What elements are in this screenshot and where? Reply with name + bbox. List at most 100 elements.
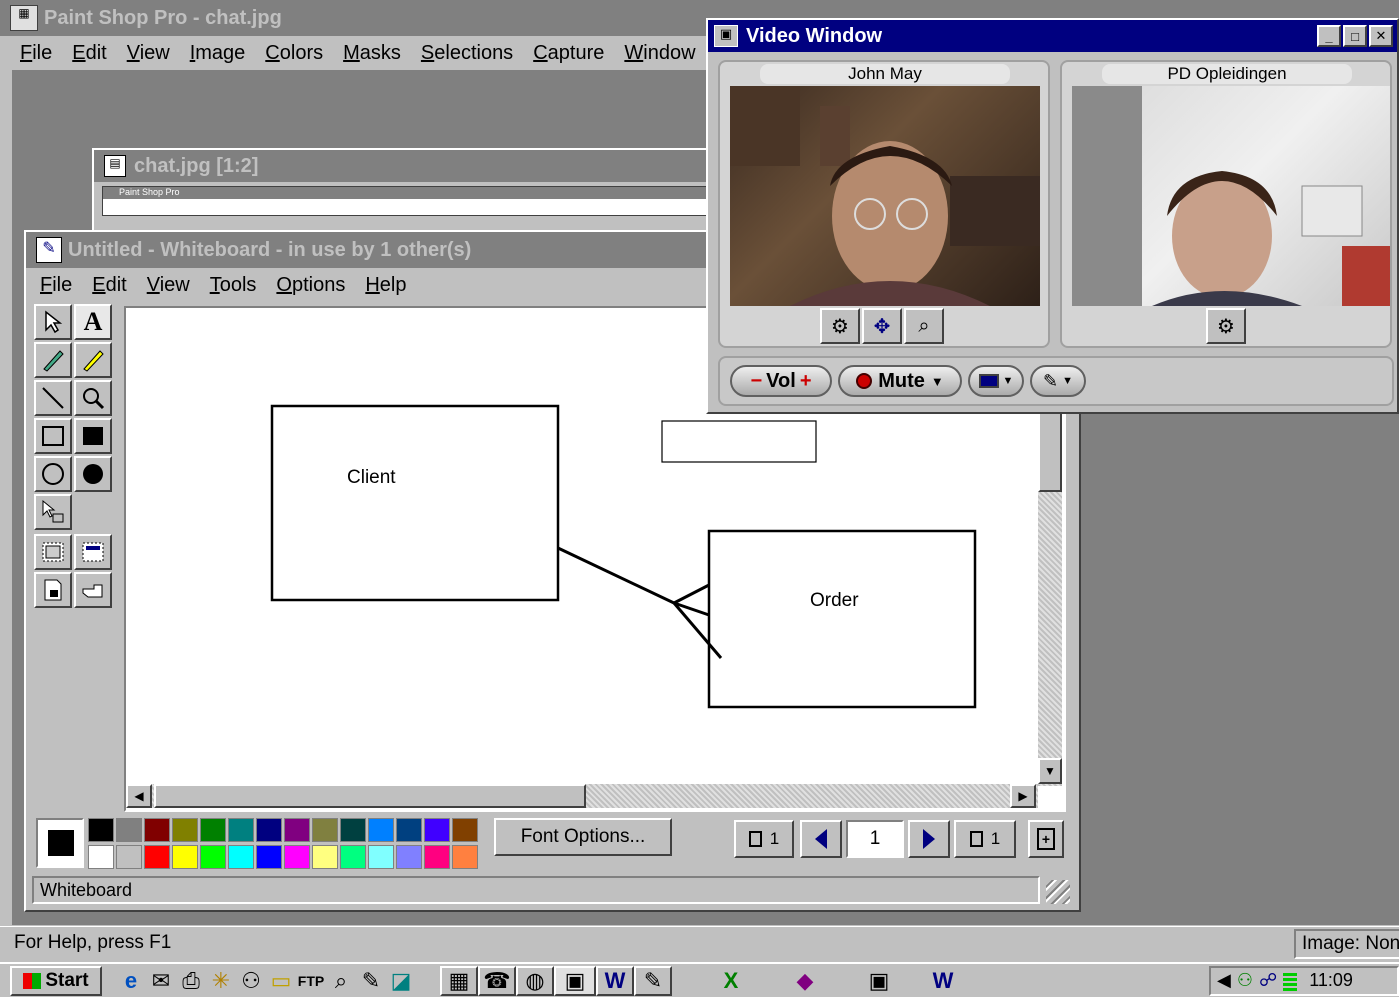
color-swatch[interactable] <box>200 845 226 869</box>
color-swatch[interactable] <box>284 818 310 842</box>
task-paint-shop-pro[interactable]: ▦ <box>440 965 478 996</box>
display-options-button[interactable]: ▼ <box>968 365 1024 397</box>
word-icon[interactable]: W <box>928 966 958 996</box>
screen-icon[interactable]: ▣ <box>864 966 894 996</box>
color-swatch[interactable] <box>228 845 254 869</box>
video-settings-button[interactable]: ⚙ <box>820 308 860 344</box>
filled-ellipse-tool[interactable] <box>74 456 112 492</box>
minimize-button[interactable]: _ <box>1317 25 1341 47</box>
color-swatch[interactable] <box>396 818 422 842</box>
page-number-field[interactable]: 1 <box>846 820 904 858</box>
highlighter-tool[interactable] <box>74 342 112 378</box>
printer-icon[interactable]: ⎙ <box>176 966 206 996</box>
network-tray-icon[interactable]: ⚇ <box>1237 970 1253 991</box>
ftp-icon[interactable]: FTP <box>296 966 326 996</box>
volume-control[interactable]: − Vol + <box>730 365 832 397</box>
color-swatch[interactable] <box>144 818 170 842</box>
current-color-well[interactable] <box>36 818 84 868</box>
color-swatch[interactable] <box>452 818 478 842</box>
wb-menu-view[interactable]: View <box>147 274 190 297</box>
psp-menu-image[interactable]: Image <box>190 42 246 65</box>
color-swatch[interactable] <box>424 845 450 869</box>
select-window-area-tool[interactable] <box>74 534 112 570</box>
network-icon[interactable]: ⚇ <box>236 966 266 996</box>
zoom-video-button[interactable]: ⌕ <box>904 308 944 344</box>
color-swatch[interactable] <box>116 845 142 869</box>
move-video-button[interactable]: ✥ <box>862 308 902 344</box>
font-options-button[interactable]: Font Options... <box>494 818 672 856</box>
psp-menu-edit[interactable]: Edit <box>72 42 106 65</box>
color-swatch[interactable] <box>88 845 114 869</box>
color-swatch[interactable] <box>452 845 478 869</box>
wb-menu-tools[interactable]: Tools <box>210 274 257 297</box>
select-window-tool[interactable] <box>34 534 72 570</box>
psp-menu-masks[interactable]: Masks <box>343 42 401 65</box>
color-swatch[interactable] <box>200 818 226 842</box>
tools-options-button[interactable]: ✎ ▼ <box>1030 365 1086 397</box>
video-titlebar[interactable]: ▣ Video Window _ □ ✕ <box>708 20 1397 52</box>
scroll-left-button[interactable]: ◀ <box>126 784 152 808</box>
connection-tray-icon[interactable]: ☍ <box>1259 970 1277 991</box>
signal-bars-icon[interactable] <box>1283 970 1298 991</box>
last-page-button[interactable]: 1 <box>954 820 1016 858</box>
psp-menu-window[interactable]: Window <box>624 42 695 65</box>
color-swatch[interactable] <box>256 845 282 869</box>
previous-page-button[interactable] <box>800 820 842 858</box>
search-icon[interactable]: ⌕ <box>326 966 356 996</box>
shapes-icon[interactable]: ◆ <box>790 966 820 996</box>
chevron-down-icon[interactable]: ▼ <box>931 374 944 389</box>
folder-icon[interactable]: ▭ <box>266 966 296 996</box>
scroll-right-button[interactable]: ▶ <box>1010 784 1036 808</box>
wb-menu-file[interactable]: File <box>40 274 72 297</box>
excel-icon[interactable]: X <box>716 966 746 996</box>
chat-doc-titlebar[interactable]: ▤ chat.jpg [1:2] <box>94 150 730 182</box>
color-swatch[interactable] <box>256 818 282 842</box>
color-swatch[interactable] <box>172 818 198 842</box>
select-area-tool[interactable] <box>34 494 72 530</box>
first-page-button[interactable]: 1 <box>734 820 794 858</box>
speaker-icon[interactable]: ◀ <box>1217 970 1231 991</box>
wb-menu-help[interactable]: Help <box>365 274 406 297</box>
color-swatch[interactable] <box>284 845 310 869</box>
color-swatch[interactable] <box>312 818 338 842</box>
psp-menu-view[interactable]: View <box>127 42 170 65</box>
unfilled-rectangle-tool[interactable] <box>34 418 72 454</box>
color-swatch[interactable] <box>396 845 422 869</box>
psp-menu-file[interactable]: File <box>20 42 52 65</box>
color-swatch[interactable] <box>424 818 450 842</box>
psp-menu-selections[interactable]: Selections <box>421 42 513 65</box>
zoom-tool[interactable] <box>74 380 112 416</box>
video-settings-button[interactable]: ⚙ <box>1206 308 1246 344</box>
color-swatch[interactable] <box>340 845 366 869</box>
color-swatch[interactable] <box>228 818 254 842</box>
color-swatch[interactable] <box>368 818 394 842</box>
color-swatch[interactable] <box>172 845 198 869</box>
filled-rectangle-tool[interactable] <box>74 418 112 454</box>
task-video-window[interactable]: ▣ <box>554 965 596 996</box>
color-swatch[interactable] <box>144 845 170 869</box>
task-netmeeting[interactable]: ☎ <box>478 965 516 996</box>
notepad-icon[interactable]: ✎ <box>356 966 386 996</box>
color-swatch[interactable] <box>312 845 338 869</box>
color-swatch[interactable] <box>340 818 366 842</box>
task-whiteboard[interactable]: ✎ <box>634 965 672 996</box>
wb-menu-options[interactable]: Options <box>276 274 345 297</box>
task-world[interactable]: ◍ <box>516 965 554 996</box>
color-swatch[interactable] <box>116 818 142 842</box>
outlook-icon[interactable]: ✉ <box>146 966 176 996</box>
lock-contents-tool[interactable] <box>34 572 72 608</box>
maximize-button[interactable]: □ <box>1343 25 1367 47</box>
line-tool[interactable] <box>34 380 72 416</box>
task-word[interactable]: W <box>596 965 634 996</box>
unfilled-ellipse-tool[interactable] <box>34 456 72 492</box>
scroll-down-button[interactable]: ▼ <box>1038 758 1062 784</box>
color-swatch[interactable] <box>368 845 394 869</box>
resize-grip-icon[interactable] <box>1046 880 1070 904</box>
color-swatch[interactable] <box>88 818 114 842</box>
spark-icon[interactable]: ✳ <box>206 966 236 996</box>
pen-tool[interactable] <box>34 342 72 378</box>
insert-page-button[interactable]: + <box>1028 820 1064 858</box>
clock[interactable]: 11:09 <box>1309 970 1353 991</box>
internet-explorer-icon[interactable]: e <box>116 966 146 996</box>
start-button[interactable]: Start <box>10 965 102 996</box>
